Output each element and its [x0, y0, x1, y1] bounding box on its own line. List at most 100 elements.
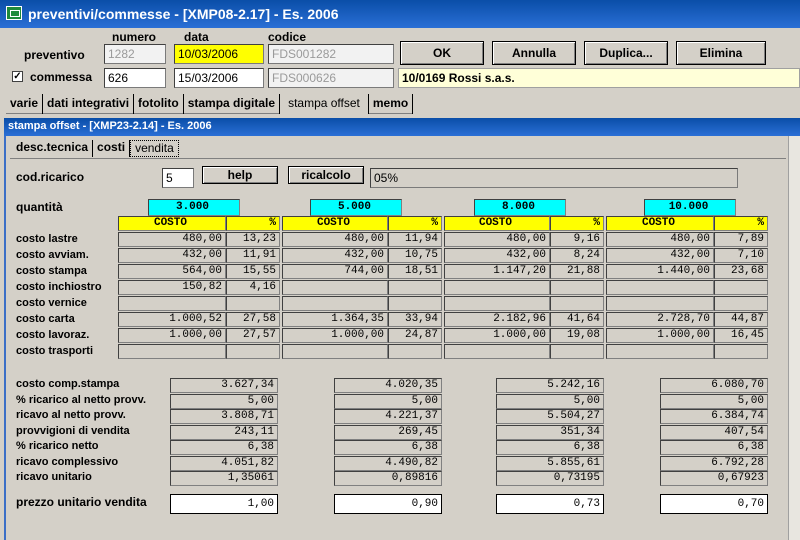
- cod-ricarico-field[interactable]: 5: [162, 168, 194, 188]
- cost-percent-cell[interactable]: 11,94: [388, 232, 442, 247]
- cost-percent-cell[interactable]: 18,51: [388, 264, 442, 279]
- cost-percent-cell[interactable]: 7,10: [714, 248, 768, 263]
- cost-row-label: costo lavoraz.: [16, 329, 90, 341]
- cost-percent-cell[interactable]: 24,87: [388, 328, 442, 343]
- cost-value-cell[interactable]: 480,00: [606, 232, 714, 247]
- cost-value-cell[interactable]: 1.000,00: [118, 328, 226, 343]
- cost-percent-cell[interactable]: [550, 296, 604, 311]
- cost-value-cell[interactable]: 432,00: [606, 248, 714, 263]
- cost-value-cell[interactable]: 150,82: [118, 280, 226, 295]
- prezzo-unitario-4[interactable]: 0,70: [660, 494, 768, 514]
- prezzo-unitario-2[interactable]: 0,90: [334, 494, 442, 514]
- cost-value-cell[interactable]: 480,00: [444, 232, 550, 247]
- cost-percent-cell[interactable]: 21,88: [550, 264, 604, 279]
- cost-percent-cell[interactable]: 19,08: [550, 328, 604, 343]
- cost-value-cell[interactable]: 1.000,52: [118, 312, 226, 327]
- summary-row-label: ricavo complessivo: [16, 455, 119, 468]
- preventivo-data-field[interactable]: 10/03/2006: [174, 44, 264, 64]
- cost-value-cell[interactable]: 432,00: [118, 248, 226, 263]
- cost-value-cell[interactable]: 432,00: [282, 248, 388, 263]
- cost-percent-cell[interactable]: 4,16: [226, 280, 280, 295]
- annulla-button[interactable]: Annulla: [492, 41, 576, 65]
- cost-percent-cell[interactable]: 16,45: [714, 328, 768, 343]
- subtab-desc-tecnica[interactable]: desc.tecnica: [12, 140, 94, 157]
- cost-value-cell[interactable]: 1.364,35: [282, 312, 388, 327]
- duplica-button[interactable]: Duplica...: [584, 41, 668, 65]
- cost-percent-cell[interactable]: [226, 344, 280, 359]
- preventivo-codice-field[interactable]: FDS001282: [268, 44, 394, 64]
- cost-value-cell[interactable]: 1.000,00: [444, 328, 550, 343]
- cost-value-cell[interactable]: 480,00: [282, 232, 388, 247]
- cost-value-cell[interactable]: [118, 296, 226, 311]
- summary-value-cell: 6.792,28: [660, 455, 768, 471]
- cost-percent-cell[interactable]: 44,87: [714, 312, 768, 327]
- cost-percent-cell[interactable]: 23,68: [714, 264, 768, 279]
- cost-percent-cell[interactable]: 13,23: [226, 232, 280, 247]
- cost-value-cell[interactable]: [444, 344, 550, 359]
- cost-percent-cell[interactable]: 27,57: [226, 328, 280, 343]
- ok-button[interactable]: OK: [400, 41, 484, 65]
- cost-percent-cell[interactable]: [226, 296, 280, 311]
- cost-value-cell[interactable]: 432,00: [444, 248, 550, 263]
- quantity-1[interactable]: 3.000: [148, 199, 240, 216]
- cost-percent-cell[interactable]: 27,58: [226, 312, 280, 327]
- cost-percent-cell[interactable]: [388, 280, 442, 295]
- help-button[interactable]: help: [202, 166, 278, 184]
- cost-percent-cell[interactable]: 41,64: [550, 312, 604, 327]
- tab-varie[interactable]: varie: [6, 94, 44, 114]
- cost-value-cell[interactable]: 1.000,00: [606, 328, 714, 343]
- cost-percent-cell[interactable]: [550, 280, 604, 295]
- commessa-checkbox[interactable]: ✓: [12, 71, 23, 82]
- cost-percent-cell[interactable]: [388, 344, 442, 359]
- elimina-button[interactable]: Elimina: [676, 41, 766, 65]
- cost-value-cell[interactable]: [282, 280, 388, 295]
- cost-value-cell[interactable]: [444, 296, 550, 311]
- prezzo-unitario-3[interactable]: 0,73: [496, 494, 604, 514]
- commessa-codice-field[interactable]: FDS000626: [268, 68, 394, 88]
- commessa-data-field[interactable]: 15/03/2006: [174, 68, 264, 88]
- tab-fotolito[interactable]: fotolito: [134, 94, 184, 114]
- cost-value-cell[interactable]: 1.440,00: [606, 264, 714, 279]
- cost-value-cell[interactable]: [606, 296, 714, 311]
- cost-percent-cell[interactable]: [714, 344, 768, 359]
- subtab-costi[interactable]: costi: [93, 140, 131, 157]
- cost-value-cell[interactable]: [444, 280, 550, 295]
- cost-value-cell[interactable]: 2.728,70: [606, 312, 714, 327]
- cost-value-cell[interactable]: 480,00: [118, 232, 226, 247]
- cost-value-cell[interactable]: 2.182,96: [444, 312, 550, 327]
- quantity-2[interactable]: 5.000: [310, 199, 402, 216]
- quantity-4[interactable]: 10.000: [644, 199, 736, 216]
- cost-percent-cell[interactable]: 8,24: [550, 248, 604, 263]
- tab-dati-integrativi[interactable]: dati integrativi: [43, 94, 135, 114]
- cost-value-cell[interactable]: [282, 344, 388, 359]
- subtab-vendita[interactable]: vendita: [130, 140, 179, 157]
- cost-value-cell[interactable]: 564,00: [118, 264, 226, 279]
- cost-percent-cell[interactable]: [714, 280, 768, 295]
- cost-percent-cell[interactable]: [550, 344, 604, 359]
- prezzo-unitario-1[interactable]: 1,00: [170, 494, 278, 514]
- ricalcolo-button[interactable]: ricalcolo: [288, 166, 364, 184]
- cost-value-cell[interactable]: 1.000,00: [282, 328, 388, 343]
- cost-percent-cell[interactable]: 33,94: [388, 312, 442, 327]
- cost-percent-cell[interactable]: [388, 296, 442, 311]
- tab-stampa-offset[interactable]: stampa offset: [280, 94, 369, 114]
- cost-value-cell[interactable]: [118, 344, 226, 359]
- cost-percent-cell[interactable]: [714, 296, 768, 311]
- cost-row-label: costo avviam.: [16, 249, 89, 261]
- cost-value-cell[interactable]: [606, 344, 714, 359]
- cost-percent-cell[interactable]: 10,75: [388, 248, 442, 263]
- commessa-numero-field[interactable]: 626: [104, 68, 166, 88]
- cost-percent-cell[interactable]: 7,89: [714, 232, 768, 247]
- cost-percent-cell[interactable]: 15,55: [226, 264, 280, 279]
- tab-stampa-digitale[interactable]: stampa digitale: [184, 94, 281, 114]
- cost-percent-cell[interactable]: 9,16: [550, 232, 604, 247]
- quantity-3[interactable]: 8.000: [474, 199, 566, 216]
- cost-value-cell[interactable]: [606, 280, 714, 295]
- cost-value-cell[interactable]: 744,00: [282, 264, 388, 279]
- cost-percent-cell[interactable]: 11,91: [226, 248, 280, 263]
- cost-value-cell[interactable]: 1.147,20: [444, 264, 550, 279]
- tab-memo[interactable]: memo: [369, 94, 414, 114]
- vertical-scrollbar[interactable]: [788, 136, 800, 540]
- preventivo-numero-field[interactable]: 1282: [104, 44, 166, 64]
- cost-value-cell[interactable]: [282, 296, 388, 311]
